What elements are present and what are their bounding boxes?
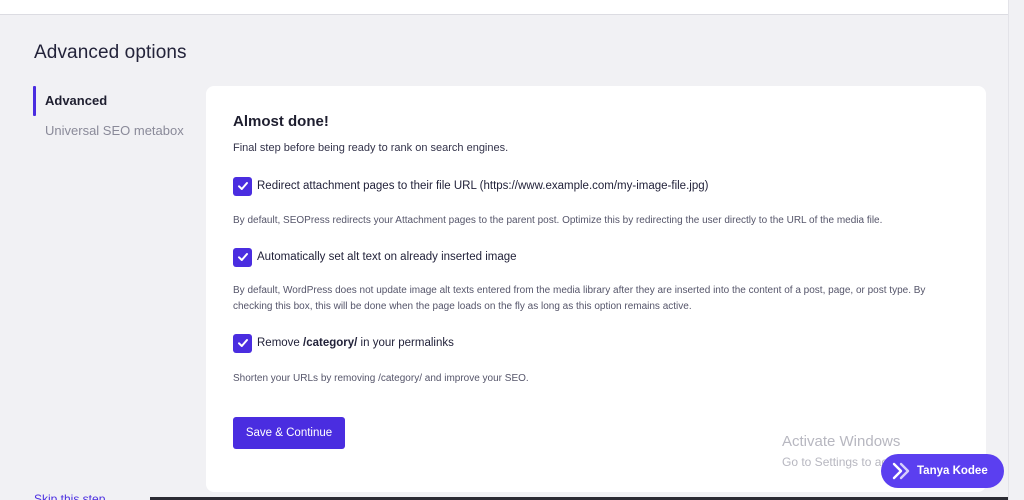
sidebar-item-universal-seo-metabox[interactable]: Universal SEO metabox (33, 116, 193, 146)
redirect-attachments-description: By default, SEOPress redirects your Atta… (233, 215, 883, 226)
option-redirect-attachments: Redirect attachment pages to their file … (233, 176, 708, 196)
auto-alt-text-description: By default, WordPress does not update im… (233, 285, 926, 312)
redirect-attachments-checkbox[interactable] (233, 176, 252, 196)
card-title: Almost done! (233, 113, 329, 130)
remove-category-label-suffix: in your permalinks (357, 337, 454, 349)
top-header-strip (0, 0, 1008, 15)
checkmark-icon (237, 253, 248, 261)
checkmark-icon (237, 339, 248, 347)
checkmark-icon (237, 182, 248, 190)
save-continue-button[interactable]: Save & Continue (233, 417, 345, 449)
option-remove-category: Remove /category/ in your permalinks (233, 333, 454, 353)
lightning-logo-icon (892, 462, 910, 480)
card-subtitle: Final step before being ready to rank on… (233, 142, 509, 154)
user-name: Tanya Kodee (917, 465, 988, 477)
auto-alt-text-checkbox[interactable] (233, 247, 252, 267)
skip-step-link[interactable]: Skip this step (34, 492, 105, 500)
scrollbar-track[interactable] (1008, 0, 1024, 500)
remove-category-description: Shorten your URLs by removing /category/… (233, 373, 529, 384)
sidebar-item-advanced[interactable]: Advanced (33, 86, 193, 116)
user-badge[interactable]: Tanya Kodee (881, 454, 1004, 488)
settings-card: Almost done! Final step before being rea… (206, 86, 986, 492)
page-title: Advanced options (34, 42, 187, 63)
remove-category-checkbox[interactable] (233, 333, 252, 353)
option-auto-alt-text: Automatically set alt text on already in… (233, 247, 517, 267)
remove-category-label: Remove /category/ in your permalinks (257, 337, 454, 349)
remove-category-label-prefix: Remove (257, 337, 304, 349)
auto-alt-text-label: Automatically set alt text on already in… (257, 251, 517, 263)
remove-category-label-bold: /category/ (303, 337, 358, 349)
sidebar-nav: Advanced Universal SEO metabox (33, 86, 193, 146)
redirect-attachments-label: Redirect attachment pages to their file … (257, 180, 709, 192)
